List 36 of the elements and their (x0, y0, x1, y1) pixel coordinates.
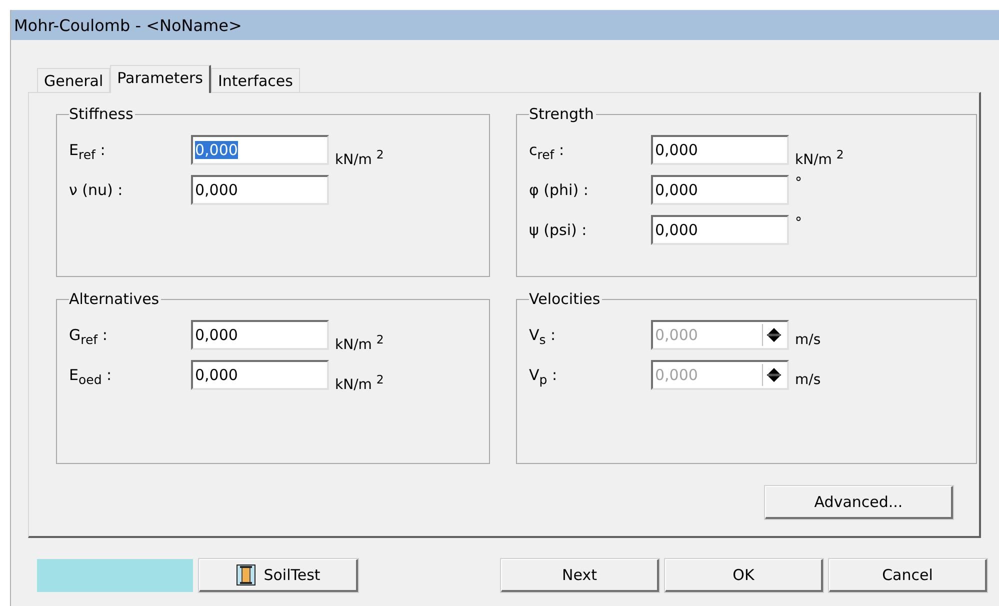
input-field[interactable]: 0,000 (651, 135, 789, 165)
field-label: E$_{oed}$ : (69, 365, 113, 387)
color-swatch[interactable] (37, 559, 193, 592)
field-label: V$_{p}$ : (529, 365, 558, 387)
field-label: V$_{s}$ : (529, 325, 557, 347)
window-title: Mohr-Coulomb - <NoName> (11, 10, 999, 40)
unit-label: kN/m $^{2}$ (335, 146, 384, 168)
field-label: E$_{ref}$ : (69, 140, 106, 162)
unit-label: ° (795, 215, 802, 231)
input-field[interactable]: 0,000 (651, 215, 789, 245)
field-label: ψ (psi) : (529, 220, 588, 239)
field-label: c$_{ref}$ : (529, 140, 566, 162)
field-label: φ (phi) : (529, 180, 590, 199)
tab[interactable]: General (37, 68, 110, 92)
unit-label: kN/m $^{2}$ (335, 331, 384, 353)
input-field[interactable]: 0,000 (191, 320, 329, 350)
unit-label: m/s (795, 331, 821, 348)
dialog-button[interactable]: OK (665, 559, 823, 592)
unit-label: ° (795, 175, 802, 191)
unit-label: kN/m $^{2}$ (795, 146, 844, 168)
tab[interactable]: Parameters (110, 65, 211, 93)
cylinder-icon (236, 564, 256, 586)
dialog-button[interactable]: Next (501, 559, 659, 592)
field-label: ν (nu) : (69, 180, 124, 199)
unit-label: kN/m $^{2}$ (335, 371, 384, 393)
field-label: G$_{ref}$ : (69, 325, 108, 347)
dialog-button[interactable]: Cancel (829, 559, 987, 592)
advanced-button[interactable]: Advanced... (765, 486, 953, 519)
unit-label: m/s (795, 371, 821, 388)
tab[interactable]: Interfaces (210, 68, 300, 92)
group-title: Strength (529, 105, 596, 123)
input-field[interactable]: 0,000 (651, 175, 789, 205)
input-field[interactable]: 0,000 (191, 175, 329, 205)
input-field[interactable]: 0,000 (191, 360, 329, 390)
input-field[interactable]: 0,000 (191, 135, 329, 165)
soiltest-button[interactable]: SoilTest (199, 559, 358, 592)
